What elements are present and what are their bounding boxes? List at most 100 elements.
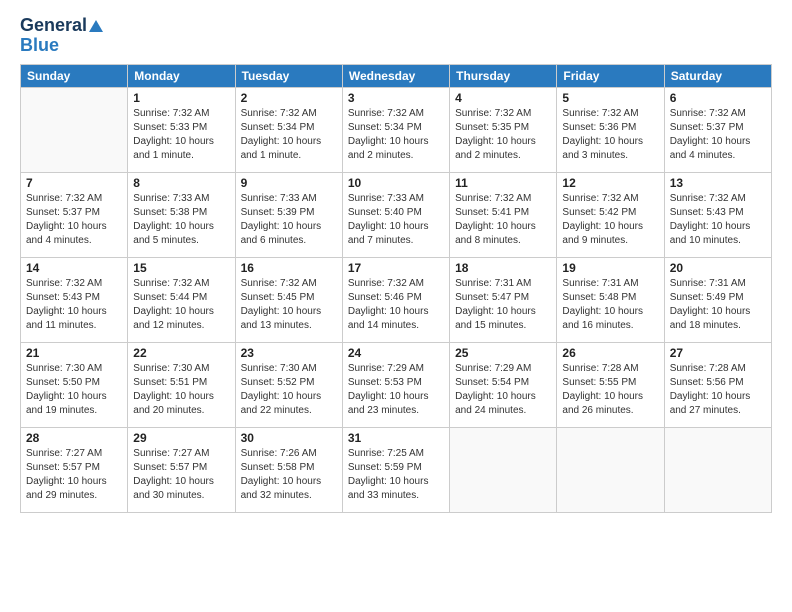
calendar-cell: 24 Sunrise: 7:29 AMSunset: 5:53 PMDayligh… (342, 342, 449, 427)
day-number: 27 (670, 346, 766, 360)
day-info: Sunrise: 7:30 AMSunset: 5:51 PMDaylight:… (133, 362, 229, 418)
week-row-5: 28 Sunrise: 7:27 AMSunset: 5:57 PMDayligh… (21, 427, 772, 512)
logo-blue: Blue (20, 36, 59, 56)
calendar-cell: 9 Sunrise: 7:33 AMSunset: 5:39 PMDaylight… (235, 172, 342, 257)
day-info: Sunrise: 7:32 AMSunset: 5:43 PMDaylight:… (670, 192, 766, 248)
weekday-header-sunday: Sunday (21, 64, 128, 87)
calendar-cell: 18 Sunrise: 7:31 AMSunset: 5:47 PMDayligh… (450, 257, 557, 342)
logo-triangle-icon (89, 20, 103, 32)
weekday-header-wednesday: Wednesday (342, 64, 449, 87)
day-info: Sunrise: 7:30 AMSunset: 5:50 PMDaylight:… (26, 362, 122, 418)
calendar-cell: 13 Sunrise: 7:32 AMSunset: 5:43 PMDayligh… (664, 172, 771, 257)
day-number: 28 (26, 431, 122, 445)
day-number: 31 (348, 431, 444, 445)
day-info: Sunrise: 7:32 AMSunset: 5:44 PMDaylight:… (133, 277, 229, 333)
calendar-cell (557, 427, 664, 512)
day-number: 9 (241, 176, 337, 190)
calendar-cell (450, 427, 557, 512)
day-number: 15 (133, 261, 229, 275)
calendar-cell: 16 Sunrise: 7:32 AMSunset: 5:45 PMDayligh… (235, 257, 342, 342)
day-info: Sunrise: 7:29 AMSunset: 5:53 PMDaylight:… (348, 362, 444, 418)
header: General Blue (20, 16, 772, 56)
calendar-cell: 10Sunrise: 7:33 AMSunset: 5:40 PMDayligh… (342, 172, 449, 257)
day-info: Sunrise: 7:26 AMSunset: 5:58 PMDaylight:… (241, 447, 337, 503)
week-row-3: 14 Sunrise: 7:32 AMSunset: 5:43 PMDayligh… (21, 257, 772, 342)
day-info: Sunrise: 7:32 AMSunset: 5:34 PMDaylight:… (241, 107, 337, 163)
day-info: Sunrise: 7:28 AMSunset: 5:55 PMDaylight:… (562, 362, 658, 418)
day-info: Sunrise: 7:31 AMSunset: 5:49 PMDaylight:… (670, 277, 766, 333)
day-info: Sunrise: 7:31 AMSunset: 5:48 PMDaylight:… (562, 277, 658, 333)
calendar-cell: 12 Sunrise: 7:32 AMSunset: 5:42 PMDayligh… (557, 172, 664, 257)
weekday-header-tuesday: Tuesday (235, 64, 342, 87)
day-number: 30 (241, 431, 337, 445)
day-number: 16 (241, 261, 337, 275)
day-number: 29 (133, 431, 229, 445)
calendar-cell: 1 Sunrise: 7:32 AMSunset: 5:33 PMDaylight… (128, 87, 235, 172)
calendar-cell: 23 Sunrise: 7:30 AMSunset: 5:52 PMDayligh… (235, 342, 342, 427)
calendar-cell: 22Sunrise: 7:30 AMSunset: 5:51 PMDayligh… (128, 342, 235, 427)
day-number: 18 (455, 261, 551, 275)
calendar-cell: 5 Sunrise: 7:32 AMSunset: 5:36 PMDaylight… (557, 87, 664, 172)
day-number: 8 (133, 176, 229, 190)
day-info: Sunrise: 7:32 AMSunset: 5:41 PMDaylight:… (455, 192, 551, 248)
calendar-cell: 19Sunrise: 7:31 AMSunset: 5:48 PMDayligh… (557, 257, 664, 342)
day-info: Sunrise: 7:32 AMSunset: 5:35 PMDaylight:… (455, 107, 551, 163)
day-number: 10 (348, 176, 444, 190)
week-row-1: 1 Sunrise: 7:32 AMSunset: 5:33 PMDaylight… (21, 87, 772, 172)
day-info: Sunrise: 7:27 AMSunset: 5:57 PMDaylight:… (133, 447, 229, 503)
day-number: 25 (455, 346, 551, 360)
calendar-cell: 20Sunrise: 7:31 AMSunset: 5:49 PMDayligh… (664, 257, 771, 342)
day-info: Sunrise: 7:30 AMSunset: 5:52 PMDaylight:… (241, 362, 337, 418)
calendar-cell: 27Sunrise: 7:28 AMSunset: 5:56 PMDayligh… (664, 342, 771, 427)
weekday-header-friday: Friday (557, 64, 664, 87)
logo: General Blue (20, 16, 103, 56)
day-info: Sunrise: 7:33 AMSunset: 5:38 PMDaylight:… (133, 192, 229, 248)
calendar-cell (21, 87, 128, 172)
day-number: 4 (455, 91, 551, 105)
day-number: 6 (670, 91, 766, 105)
calendar-cell: 11Sunrise: 7:32 AMSunset: 5:41 PMDayligh… (450, 172, 557, 257)
week-row-4: 21 Sunrise: 7:30 AMSunset: 5:50 PMDayligh… (21, 342, 772, 427)
weekday-header-monday: Monday (128, 64, 235, 87)
calendar-cell: 26 Sunrise: 7:28 AMSunset: 5:55 PMDayligh… (557, 342, 664, 427)
day-info: Sunrise: 7:27 AMSunset: 5:57 PMDaylight:… (26, 447, 122, 503)
week-row-2: 7 Sunrise: 7:32 AMSunset: 5:37 PMDaylight… (21, 172, 772, 257)
weekday-header-saturday: Saturday (664, 64, 771, 87)
day-info: Sunrise: 7:32 AMSunset: 5:45 PMDaylight:… (241, 277, 337, 333)
weekday-header-thursday: Thursday (450, 64, 557, 87)
calendar-table: SundayMondayTuesdayWednesdayThursdayFrid… (20, 64, 772, 513)
day-info: Sunrise: 7:32 AMSunset: 5:46 PMDaylight:… (348, 277, 444, 333)
day-info: Sunrise: 7:32 AMSunset: 5:36 PMDaylight:… (562, 107, 658, 163)
day-info: Sunrise: 7:31 AMSunset: 5:47 PMDaylight:… (455, 277, 551, 333)
calendar-cell (664, 427, 771, 512)
day-info: Sunrise: 7:32 AMSunset: 5:33 PMDaylight:… (133, 107, 229, 163)
day-number: 13 (670, 176, 766, 190)
day-number: 7 (26, 176, 122, 190)
logo-general: General (20, 16, 87, 36)
calendar-cell: 6Sunrise: 7:32 AMSunset: 5:37 PMDaylight… (664, 87, 771, 172)
day-info: Sunrise: 7:25 AMSunset: 5:59 PMDaylight:… (348, 447, 444, 503)
calendar-cell: 17Sunrise: 7:32 AMSunset: 5:46 PMDayligh… (342, 257, 449, 342)
day-number: 14 (26, 261, 122, 275)
day-number: 1 (133, 91, 229, 105)
calendar-cell: 15 Sunrise: 7:32 AMSunset: 5:44 PMDayligh… (128, 257, 235, 342)
day-number: 3 (348, 91, 444, 105)
calendar-cell: 25Sunrise: 7:29 AMSunset: 5:54 PMDayligh… (450, 342, 557, 427)
day-info: Sunrise: 7:32 AMSunset: 5:42 PMDaylight:… (562, 192, 658, 248)
day-number: 2 (241, 91, 337, 105)
day-number: 26 (562, 346, 658, 360)
day-number: 21 (26, 346, 122, 360)
day-info: Sunrise: 7:33 AMSunset: 5:39 PMDaylight:… (241, 192, 337, 248)
calendar-cell: 2 Sunrise: 7:32 AMSunset: 5:34 PMDaylight… (235, 87, 342, 172)
day-number: 24 (348, 346, 444, 360)
calendar-cell: 4 Sunrise: 7:32 AMSunset: 5:35 PMDaylight… (450, 87, 557, 172)
day-number: 5 (562, 91, 658, 105)
calendar-cell: 8 Sunrise: 7:33 AMSunset: 5:38 PMDaylight… (128, 172, 235, 257)
calendar-cell: 14 Sunrise: 7:32 AMSunset: 5:43 PMDayligh… (21, 257, 128, 342)
calendar-cell: 7 Sunrise: 7:32 AMSunset: 5:37 PMDaylight… (21, 172, 128, 257)
day-number: 23 (241, 346, 337, 360)
calendar-cell: 30 Sunrise: 7:26 AMSunset: 5:58 PMDayligh… (235, 427, 342, 512)
day-info: Sunrise: 7:32 AMSunset: 5:37 PMDaylight:… (26, 192, 122, 248)
day-info: Sunrise: 7:32 AMSunset: 5:43 PMDaylight:… (26, 277, 122, 333)
day-number: 12 (562, 176, 658, 190)
